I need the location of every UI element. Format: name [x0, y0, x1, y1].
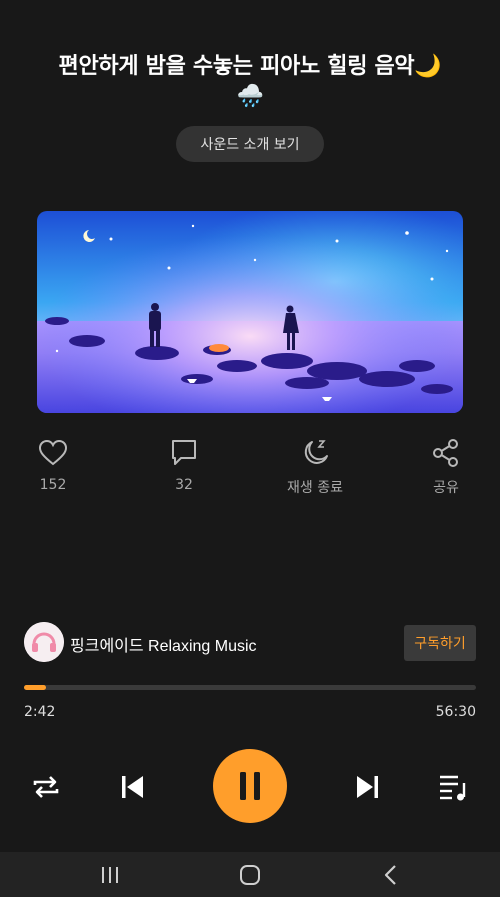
- sleep-timer-button[interactable]: 재생 종료: [270, 437, 360, 497]
- channel-row: 핑크에이드 Relaxing Music 구독하기: [24, 622, 476, 664]
- recent-apps-icon: [102, 866, 118, 883]
- moon-zz-icon: [270, 437, 360, 469]
- repeat-icon: [33, 776, 59, 798]
- share-label: 공유: [433, 480, 459, 496]
- total-time: 56:30: [435, 704, 476, 720]
- previous-button[interactable]: [114, 769, 150, 805]
- repeat-button[interactable]: [28, 769, 64, 805]
- system-navigation-bar: [0, 852, 500, 897]
- share-icon: [401, 437, 491, 469]
- cover-artwork: [37, 211, 463, 413]
- next-button[interactable]: [350, 769, 386, 805]
- track-title: 편안하게 밤을 수놓는 피아노 힐링 음악🌙 🌧️: [30, 52, 470, 112]
- sleep-timer-label: 재생 종료: [287, 480, 343, 496]
- channel-name[interactable]: 핑크에이드 Relaxing Music: [70, 632, 257, 656]
- back-button[interactable]: [373, 852, 409, 897]
- like-button[interactable]: 152: [8, 437, 98, 493]
- sound-intro-button[interactable]: 사운드 소개 보기: [176, 126, 324, 162]
- cover-illustration: [37, 211, 463, 413]
- skip-previous-icon: [122, 776, 143, 798]
- home-icon: [240, 864, 260, 885]
- action-row: 152 32 재생 종료 공유: [0, 437, 500, 497]
- share-button[interactable]: 공유: [401, 437, 491, 497]
- play-pause-button[interactable]: [213, 749, 287, 823]
- progress-bar[interactable]: [24, 685, 476, 690]
- track-title-line2: 🌧️: [236, 84, 264, 109]
- pause-icon: [240, 772, 260, 800]
- track-title-line1: 편안하게 밤을 수놓는 피아노 힐링 음악🌙: [58, 54, 442, 79]
- channel-avatar[interactable]: [24, 622, 64, 662]
- back-icon: [384, 864, 396, 885]
- skip-next-icon: [357, 776, 378, 798]
- heart-icon: [8, 437, 98, 469]
- subscribe-button[interactable]: 구독하기: [404, 625, 476, 661]
- current-time: 2:42: [24, 704, 56, 720]
- like-count: 152: [39, 477, 67, 493]
- recent-apps-button[interactable]: [92, 852, 128, 897]
- progress-fill: [24, 685, 46, 690]
- home-button[interactable]: [232, 852, 268, 897]
- comment-icon: [139, 437, 229, 469]
- playlist-icon: [440, 775, 466, 801]
- comment-button[interactable]: 32: [139, 437, 229, 493]
- comment-count: 32: [175, 477, 193, 493]
- playlist-button[interactable]: [434, 769, 472, 805]
